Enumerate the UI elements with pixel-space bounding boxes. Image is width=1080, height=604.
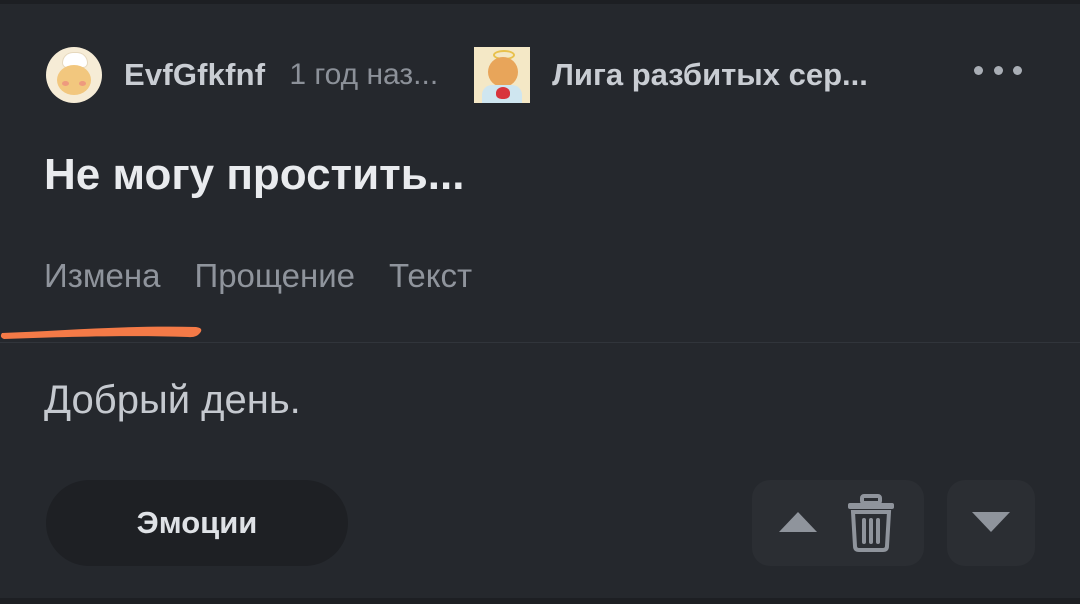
- tag-tekst[interactable]: Текст: [389, 257, 472, 295]
- upvote-triangle-icon[interactable]: [778, 510, 818, 534]
- post-time: 1 год наз...: [289, 58, 439, 91]
- author-name[interactable]: EvfGfkfnf: [124, 57, 265, 93]
- bottom-edge: [0, 598, 1080, 604]
- post-header: EvfGfkfnf 1 год наз... Лига разбитых сер…: [46, 46, 1046, 104]
- community-avatar[interactable]: [474, 47, 531, 103]
- post-title[interactable]: Не могу простить...: [44, 150, 464, 200]
- downvote-triangle-icon[interactable]: [971, 510, 1011, 534]
- trash-icon[interactable]: [846, 494, 896, 552]
- emotions-button[interactable]: Эмоции: [46, 480, 348, 566]
- tag-proshchenie[interactable]: Прощение: [194, 257, 355, 295]
- blush-right: [79, 81, 86, 86]
- heart-icon: [496, 87, 511, 99]
- dot: [993, 65, 1003, 75]
- more-dots-icon[interactable]: [974, 62, 1022, 78]
- dot: [1013, 65, 1022, 75]
- orange-underline-annotation: [0, 326, 202, 339]
- author-avatar[interactable]: [46, 47, 102, 103]
- community-name[interactable]: Лига разбитых сер...: [552, 57, 868, 93]
- sad-face-icon: [488, 57, 519, 87]
- tag-izmena[interactable]: Измена: [44, 257, 160, 295]
- divider: [0, 342, 1080, 343]
- dot: [974, 65, 983, 75]
- post-body: Добрый день.: [44, 378, 301, 422]
- chef-face-icon: [57, 65, 91, 95]
- blush-left: [62, 81, 69, 86]
- top-edge: [0, 0, 1080, 4]
- tag-list: Измена Прощение Текст: [44, 257, 506, 295]
